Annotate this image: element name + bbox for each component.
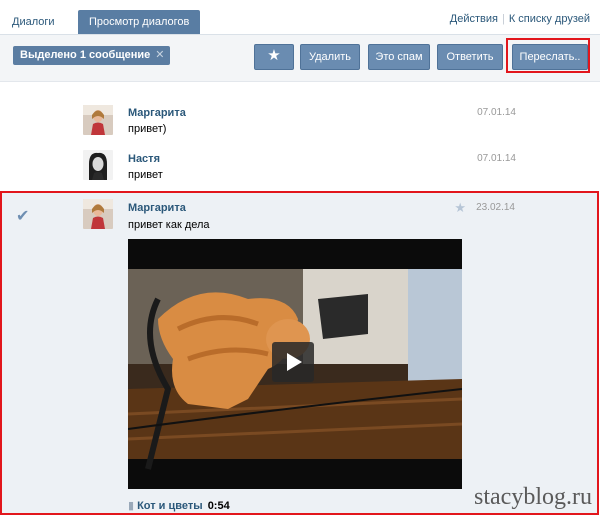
tab-bar: Диалоги Просмотр диалогов Действия | К спи… xyxy=(0,0,600,35)
play-icon[interactable] xyxy=(272,342,314,382)
watermark: stacyblog.ru xyxy=(474,484,592,510)
reply-button[interactable]: Ответить xyxy=(437,44,503,70)
actions-link[interactable]: Действия xyxy=(450,13,498,25)
avatar[interactable] xyxy=(83,150,113,180)
message-text: привет xyxy=(128,169,163,181)
message-author[interactable]: Маргарита xyxy=(128,107,186,119)
links-separator: | xyxy=(501,13,505,25)
message-text: привет как дела xyxy=(128,219,210,231)
checkmark-icon[interactable]: ✔ xyxy=(16,206,29,226)
star-icon[interactable]: ★ xyxy=(454,200,466,216)
message-date: 07.01.14 xyxy=(477,107,516,118)
avatar[interactable] xyxy=(83,199,113,229)
forward-highlight-frame xyxy=(506,38,590,73)
video-duration: 0:54 xyxy=(207,500,230,512)
message-date: 07.01.14 xyxy=(477,153,516,164)
selected-count-badge: Выделено 1 сообщение ✕ xyxy=(13,46,171,65)
delete-button[interactable]: Удалить xyxy=(300,44,360,70)
header-links: Действия | К списку друзей xyxy=(450,13,590,25)
spam-button[interactable]: Это спам xyxy=(368,44,430,70)
friends-list-link[interactable]: К списку друзей xyxy=(509,13,590,25)
tab-dialogs[interactable]: Диалоги xyxy=(2,10,65,34)
star-icon: ★ xyxy=(267,47,281,64)
selected-count-label: Выделено 1 сообщение xyxy=(20,49,151,61)
close-icon[interactable]: ✕ xyxy=(155,46,164,65)
video-caption: ▮ Кот и цветы 0:54 xyxy=(128,499,230,512)
video-attachment[interactable] xyxy=(128,239,462,489)
film-icon: ▮ xyxy=(128,500,135,512)
tab-view-dialogs[interactable]: Просмотр диалогов xyxy=(78,10,201,34)
message-date: 23.02.14 xyxy=(476,202,515,213)
message-row[interactable]: Маргарита привет) 07.01.14 xyxy=(0,104,600,150)
selected-message-row[interactable]: ✔ Маргарита привет как дела ★ 23.02.14 ▮… xyxy=(0,191,599,515)
message-text: привет) xyxy=(128,123,167,135)
favorite-button[interactable]: ★ xyxy=(254,44,294,70)
message-author[interactable]: Маргарита xyxy=(128,202,186,214)
avatar[interactable] xyxy=(83,105,113,135)
video-title[interactable]: Кот и цветы xyxy=(137,500,203,512)
message-author[interactable]: Настя xyxy=(128,153,160,165)
message-row[interactable]: Настя привет 07.01.14 xyxy=(0,150,600,190)
